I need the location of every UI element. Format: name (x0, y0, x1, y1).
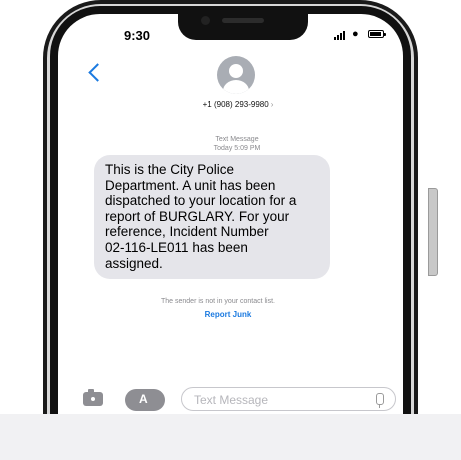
wifi-icon: ● (352, 28, 359, 40)
contact-number: +1 (908) 293-9980 (202, 100, 269, 109)
message-line: assigned. (105, 255, 163, 271)
message-line: reference, Incident Number (105, 224, 269, 240)
camera-icon[interactable] (83, 389, 103, 406)
message-line: dispatched to your location for a (105, 193, 297, 209)
power-button (428, 188, 438, 276)
contact-avatar-icon[interactable] (217, 56, 255, 94)
earpiece-speaker (222, 18, 264, 23)
battery-icon (368, 30, 386, 38)
message-composer: A (58, 386, 403, 412)
report-junk-link[interactable]: Report Junk (188, 310, 268, 319)
message-timestamp: Today 5:09 PM (213, 145, 261, 152)
incoming-message-bubble[interactable]: This is the City Police Department. A un… (94, 155, 330, 280)
contact-chevron-icon: › (270, 100, 274, 109)
cellular-signal-icon (334, 29, 348, 40)
message-type: Text Message (215, 136, 259, 143)
app-store-icon[interactable]: A (125, 389, 165, 411)
unknown-sender-notice: The sender is not in your contact list. (161, 298, 275, 305)
message-line: 02-116-LE011 has been (105, 239, 248, 255)
message-input[interactable] (192, 390, 366, 410)
phone-screen: 9:30 ● +1 (908) 293-9980 › Text Message T… (50, 6, 411, 460)
microphone-icon[interactable] (376, 393, 384, 408)
front-camera (201, 16, 210, 25)
message-line: This is the City Police (105, 162, 235, 177)
message-input-field[interactable] (181, 387, 396, 411)
message-line: Department. A unit has been (105, 177, 276, 193)
message-line: report of BURGLARY. For your (105, 208, 290, 224)
notch (178, 14, 308, 40)
back-chevron-icon[interactable] (88, 63, 107, 82)
contact-header[interactable]: +1 (908) 293-9980 › (188, 100, 288, 109)
message-meta: Text Message Today 5:09 PM (188, 135, 286, 153)
status-time: 9:30 (124, 28, 151, 43)
bottom-panel (0, 414, 461, 460)
